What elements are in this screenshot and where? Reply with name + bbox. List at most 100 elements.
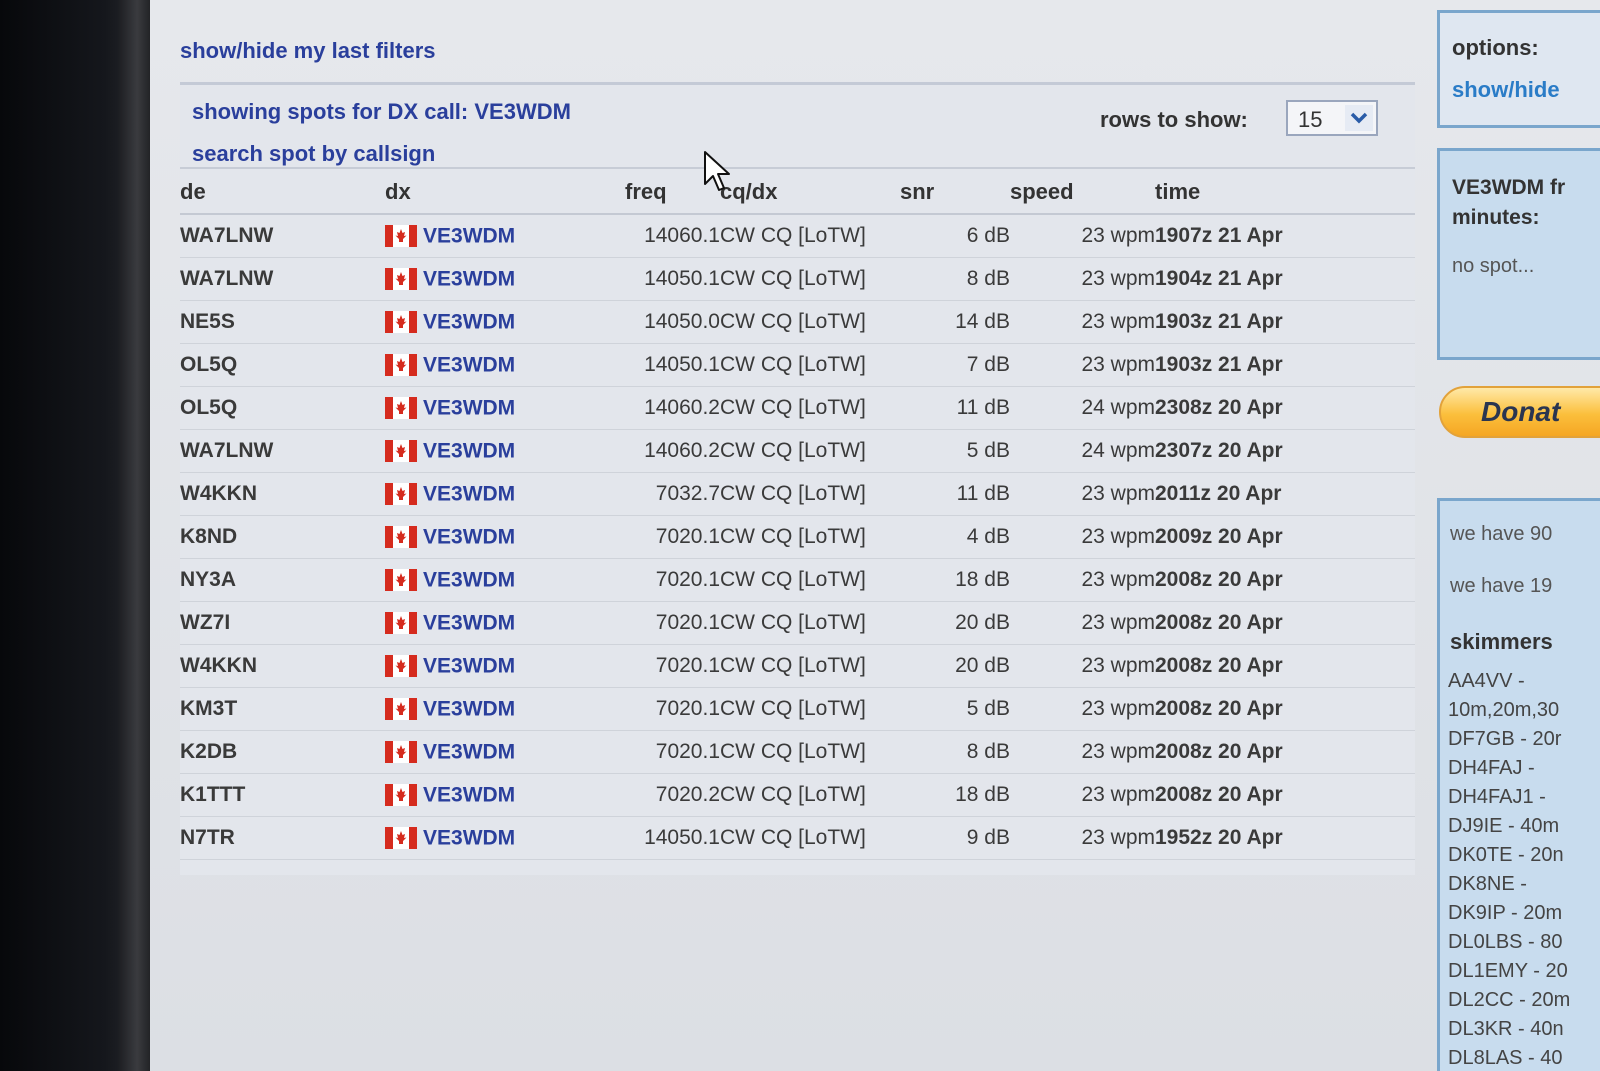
time-link[interactable]: 2308z 20 Apr — [1155, 386, 1415, 430]
last-spot-title: VE3WDM fr minutes: — [1452, 173, 1565, 233]
time-link[interactable]: 2008z 20 Apr — [1155, 644, 1415, 688]
frequency-cell: 7020.2 — [625, 773, 720, 817]
speed-cell: 23 wpm — [1010, 472, 1155, 516]
spotter-callsign-link[interactable]: WA7LNW — [180, 257, 385, 301]
skimmer-list-item: DK9IP - 20m — [1448, 902, 1563, 924]
spotter-callsign-link[interactable]: W4KKN — [180, 472, 385, 516]
speed-cell: 23 wpm — [1010, 558, 1155, 602]
speed-cell: 23 wpm — [1010, 343, 1155, 387]
cq-dx-cell: CW CQ [LoTW] — [720, 214, 900, 258]
frequency-cell: 7020.1 — [625, 687, 720, 731]
frequency-cell: 7020.1 — [625, 730, 720, 774]
dx-callsign-link[interactable]: VE3WDM — [423, 224, 515, 247]
time-link[interactable]: 2011z 20 Apr — [1155, 472, 1415, 516]
dx-cell: VE3WDM — [385, 773, 625, 817]
column-header-snr[interactable]: snr — [900, 171, 1010, 215]
spotter-callsign-link[interactable]: WA7LNW — [180, 214, 385, 258]
cq-dx-cell: CW CQ [LoTW] — [720, 386, 900, 430]
time-link[interactable]: 2009z 20 Apr — [1155, 515, 1415, 559]
table-row: OL5Q VE3WDM 14050.1 CW CQ [LoTW] 7 dB 23 wpm 1… — [180, 343, 1415, 387]
frequency-cell: 7032.7 — [625, 472, 720, 516]
spotter-callsign-link[interactable]: N7TR — [180, 816, 385, 860]
frequency-cell: 7020.1 — [625, 558, 720, 602]
column-header-cq-dx[interactable]: cq/dx — [720, 171, 900, 215]
column-header-time[interactable]: time — [1155, 171, 1415, 215]
dx-callsign-link[interactable]: VE3WDM — [423, 697, 515, 720]
time-link[interactable]: 1903z 21 Apr — [1155, 343, 1415, 387]
options-box: options: show/hide — [1437, 10, 1600, 128]
canada-flag-icon — [385, 311, 417, 334]
cq-dx-cell: CW CQ [LoTW] — [720, 644, 900, 688]
options-show-hide-link[interactable]: show/hide — [1452, 77, 1560, 103]
donate-label: Donat — [1481, 396, 1561, 427]
dx-cell: VE3WDM — [385, 644, 625, 688]
time-link[interactable]: 2008z 20 Apr — [1155, 601, 1415, 645]
time-link[interactable]: 1904z 21 Apr — [1155, 257, 1415, 301]
spotter-callsign-link[interactable]: K1TTT — [180, 773, 385, 817]
spotter-callsign-link[interactable]: OL5Q — [180, 343, 385, 387]
spotter-callsign-link[interactable]: NY3A — [180, 558, 385, 602]
rows-to-show-label: rows to show: — [1100, 107, 1248, 132]
column-header-dx[interactable]: dx — [385, 171, 625, 215]
time-link[interactable]: 2008z 20 Apr — [1155, 730, 1415, 774]
skimmer-list-item: DL2CC - 20m — [1448, 989, 1571, 1011]
frequency-cell: 14050.1 — [625, 343, 720, 387]
time-link[interactable]: 2008z 20 Apr — [1155, 558, 1415, 602]
skimmer-list-item: DL8LAS - 40 — [1448, 1047, 1563, 1069]
spotter-callsign-link[interactable]: W4KKN — [180, 644, 385, 688]
chevron-down-icon[interactable] — [1345, 105, 1373, 131]
dx-cell: VE3WDM — [385, 343, 625, 387]
spotter-callsign-link[interactable]: K8ND — [180, 515, 385, 559]
stat-line-1: we have 90 — [1450, 523, 1553, 545]
column-header-speed[interactable]: speed — [1010, 171, 1155, 215]
skimmer-list-item: DH4FAJ - — [1448, 757, 1535, 779]
dx-callsign-link[interactable]: VE3WDM — [423, 396, 515, 419]
column-header-de[interactable]: de — [180, 171, 385, 215]
time-link[interactable]: 2008z 20 Apr — [1155, 773, 1415, 817]
spotter-callsign-link[interactable]: KM3T — [180, 687, 385, 731]
cq-dx-cell: CW CQ [LoTW] — [720, 343, 900, 387]
dx-cell: VE3WDM — [385, 601, 625, 645]
dx-cell: VE3WDM — [385, 687, 625, 731]
time-link[interactable]: 2307z 20 Apr — [1155, 429, 1415, 473]
snr-cell: 7 dB — [900, 343, 1010, 387]
dx-callsign-link[interactable]: VE3WDM — [423, 783, 515, 806]
search-spot-link[interactable]: search spot by callsign — [192, 141, 435, 167]
dx-callsign-link[interactable]: VE3WDM — [423, 568, 515, 591]
skimmer-list-item: DJ9IE - 40m — [1448, 815, 1560, 837]
time-link[interactable]: 1903z 21 Apr — [1155, 300, 1415, 344]
spotter-callsign-link[interactable]: OL5Q — [180, 386, 385, 430]
dx-callsign-link[interactable]: VE3WDM — [423, 439, 515, 462]
table-row: W4KKN VE3WDM 7020.1 CW CQ [LoTW] 20 dB 23 wpm… — [180, 644, 1415, 688]
time-link[interactable]: 2008z 20 Apr — [1155, 687, 1415, 731]
mouse-pointer-icon — [704, 151, 730, 191]
table-row: WA7LNW VE3WDM 14060.1 CW CQ [LoTW] 6 dB 23 wp… — [180, 214, 1415, 258]
spotter-callsign-link[interactable]: WA7LNW — [180, 429, 385, 473]
spotter-callsign-link[interactable]: NE5S — [180, 300, 385, 344]
last-spot-box: VE3WDM fr minutes: no spot... — [1437, 148, 1600, 360]
dx-cell: VE3WDM — [385, 300, 625, 344]
spotter-callsign-link[interactable]: WZ7I — [180, 601, 385, 645]
main-content: show/hide my last filters showing spots … — [150, 0, 1425, 1071]
dx-callsign-link[interactable]: VE3WDM — [423, 740, 515, 763]
frequency-cell: 14050.0 — [625, 300, 720, 344]
dx-callsign-link[interactable]: VE3WDM — [423, 525, 515, 548]
dx-callsign-link[interactable]: VE3WDM — [423, 267, 515, 290]
spotter-callsign-link[interactable]: K2DB — [180, 730, 385, 774]
dx-callsign-link[interactable]: VE3WDM — [423, 482, 515, 505]
donate-button[interactable]: Donat — [1439, 386, 1600, 438]
sidebar: options: show/hide VE3WDM fr minutes: no… — [1437, 0, 1600, 1071]
skimmer-list-item: DL1EMY - 20 — [1448, 960, 1568, 982]
dx-callsign-link[interactable]: VE3WDM — [423, 654, 515, 677]
dx-cell: VE3WDM — [385, 214, 625, 258]
dx-callsign-link[interactable]: VE3WDM — [423, 826, 515, 849]
time-link[interactable]: 1907z 21 Apr — [1155, 214, 1415, 258]
snr-cell: 20 dB — [900, 644, 1010, 688]
dx-callsign-link[interactable]: VE3WDM — [423, 353, 515, 376]
time-link[interactable]: 1952z 20 Apr — [1155, 816, 1415, 860]
dx-callsign-link[interactable]: VE3WDM — [423, 310, 515, 333]
dx-callsign-link[interactable]: VE3WDM — [423, 611, 515, 634]
dx-cell: VE3WDM — [385, 257, 625, 301]
rows-to-show-select[interactable]: 15 — [1286, 100, 1378, 136]
show-hide-filters-link[interactable]: show/hide my last filters — [180, 38, 436, 64]
